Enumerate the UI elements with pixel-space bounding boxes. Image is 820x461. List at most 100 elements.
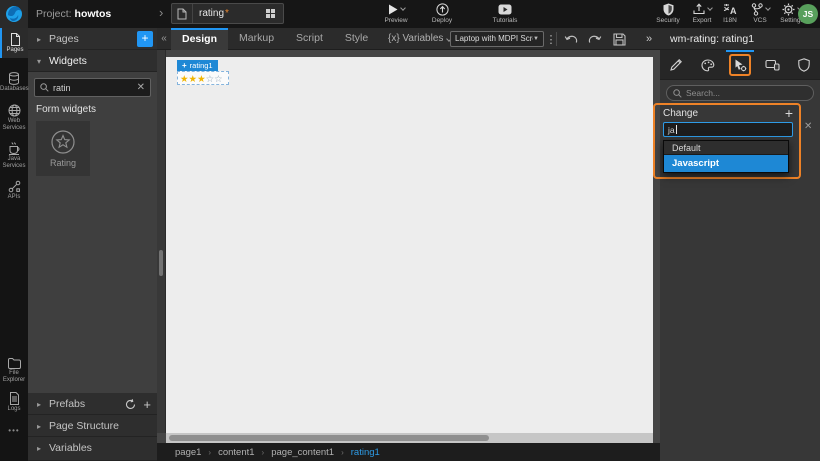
- svg-text:A: A: [730, 6, 737, 15]
- star-empty-icon[interactable]: ☆: [214, 74, 223, 85]
- tab-properties[interactable]: [660, 50, 692, 80]
- device-selector[interactable]: Laptop with MDPI Screen ▼: [450, 31, 544, 47]
- breadcrumb-content1[interactable]: content1: [218, 447, 254, 458]
- change-event-section: Change + ja Default Javascript: [653, 103, 801, 179]
- pages-section-header[interactable]: ▸ Pages +: [28, 28, 157, 50]
- sidebar-item-label: APIs: [7, 194, 21, 200]
- horizontal-scrollbar-thumb[interactable]: [169, 435, 489, 441]
- pages-grid-button[interactable]: [257, 4, 283, 23]
- export-button[interactable]: Export: [686, 2, 718, 24]
- redo-button[interactable]: [585, 28, 605, 50]
- event-action-input[interactable]: ja: [663, 122, 793, 137]
- tab-script[interactable]: Script: [285, 28, 334, 50]
- save-icon: [612, 32, 626, 46]
- wavemaker-studio: Project: howtos › rating * Preview Deplo…: [0, 0, 820, 461]
- tab-styles[interactable]: [692, 50, 724, 80]
- sidebar-item-file-explorer[interactable]: File Explorer: [0, 354, 28, 387]
- widget-search-input[interactable]: [53, 82, 133, 93]
- dropdown-option-default[interactable]: Default: [664, 141, 788, 155]
- project-name: howtos: [74, 8, 112, 20]
- vcs-button[interactable]: VCS: [744, 2, 776, 24]
- page-file-icon: [172, 4, 193, 23]
- tab-events[interactable]: [724, 50, 756, 80]
- widgets-section-header[interactable]: ▾ Widgets: [28, 50, 157, 72]
- tutorials-button[interactable]: Tutorials: [483, 2, 527, 24]
- breadcrumb-separator-icon: ›: [261, 447, 265, 457]
- star-filled-icon[interactable]: ★: [180, 74, 189, 85]
- property-search-input[interactable]: [686, 88, 807, 98]
- preview-label: Preview: [384, 17, 408, 24]
- vertical-ruler: [157, 50, 166, 433]
- tab-design[interactable]: Design: [171, 28, 229, 50]
- tab-security[interactable]: [788, 50, 820, 80]
- rating-widget-on-canvas[interactable]: ★★★☆☆: [177, 71, 229, 85]
- page-structure-section-header[interactable]: ▸ Page Structure: [28, 415, 157, 437]
- tutorials-label: Tutorials: [492, 17, 518, 24]
- preview-button[interactable]: Preview: [374, 2, 418, 24]
- page-canvas[interactable]: + rating1 ★★★☆☆: [166, 57, 653, 433]
- redo-icon: [588, 34, 602, 45]
- sidebar-item-apis[interactable]: APIs: [0, 176, 28, 205]
- toolbar-divider: [556, 32, 557, 46]
- add-page-button[interactable]: +: [137, 31, 153, 47]
- page-selector[interactable]: rating *: [171, 3, 284, 24]
- i18n-button[interactable]: A I18N: [715, 2, 745, 24]
- text-caret: [675, 125, 677, 134]
- events-cursor-icon: [733, 58, 747, 72]
- kebab-menu-icon[interactable]: ⋮: [546, 28, 557, 50]
- rating-widget-tile[interactable]: Rating: [36, 121, 90, 176]
- security-label: Security: [656, 17, 680, 24]
- security-button[interactable]: Security: [650, 2, 686, 24]
- breadcrumb-rating1[interactable]: rating1: [351, 447, 380, 458]
- tab-devices[interactable]: [756, 50, 788, 80]
- inspector-panel: wm-rating: rating1 Change +: [653, 28, 820, 461]
- rating-stars: ★★★☆☆: [180, 69, 223, 87]
- sidebar-item-java-services[interactable]: Java Services: [0, 138, 28, 173]
- tab-style[interactable]: Style: [334, 28, 379, 50]
- activity-bar: Pages Databases Web Services Java Servic…: [0, 28, 29, 461]
- sidebar-item-web-services[interactable]: Web Services: [0, 100, 28, 135]
- sidebar-item-pages[interactable]: Pages: [0, 28, 28, 58]
- variables-dropdown-button[interactable]: {x} Variables: [388, 28, 453, 50]
- collapse-panel-icon[interactable]: «: [158, 31, 170, 47]
- top-bar: Project: howtos › rating * Preview Deplo…: [0, 0, 820, 28]
- play-icon: [388, 4, 398, 15]
- deploy-button[interactable]: Deploy: [420, 2, 464, 24]
- unsaved-marker: *: [225, 8, 229, 19]
- vertical-scrollbar-thumb[interactable]: [159, 250, 163, 276]
- user-avatar[interactable]: JS: [798, 4, 818, 24]
- star-filled-icon[interactable]: ★: [197, 74, 206, 85]
- sidebar-item-logs[interactable]: Logs: [0, 388, 28, 417]
- prefabs-section-header[interactable]: ▸ Prefabs +: [28, 393, 157, 415]
- more-options-button[interactable]: •••: [0, 426, 28, 435]
- undo-button[interactable]: [561, 28, 581, 50]
- variables-section-header[interactable]: ▸ Variables: [28, 437, 157, 461]
- tab-markup[interactable]: Markup: [228, 28, 285, 50]
- star-empty-icon[interactable]: ☆: [206, 74, 215, 85]
- remove-event-icon[interactable]: ✕: [804, 121, 812, 132]
- clear-search-icon[interactable]: ✕: [137, 82, 145, 93]
- horizontal-scrollbar[interactable]: [166, 433, 653, 443]
- dropdown-option-javascript[interactable]: Javascript: [664, 155, 788, 172]
- log-file-icon: [0, 392, 28, 405]
- page-name-field[interactable]: rating *: [193, 4, 257, 23]
- sidebar-item-databases[interactable]: Databases: [0, 68, 29, 97]
- expand-panel-icon[interactable]: »: [641, 28, 657, 50]
- property-search-box: [666, 85, 814, 101]
- star-filled-icon[interactable]: ★: [189, 74, 198, 85]
- widget-group-label: Form widgets: [36, 104, 97, 115]
- refresh-icon[interactable]: [125, 398, 136, 410]
- gear-icon: [782, 3, 795, 16]
- pages-header-label: Pages: [48, 33, 79, 45]
- breadcrumb-page1[interactable]: page1: [175, 447, 201, 458]
- add-event-button[interactable]: +: [785, 105, 793, 121]
- folder-icon: [0, 358, 28, 369]
- save-button[interactable]: [609, 28, 629, 50]
- chevron-down-icon: [706, 5, 713, 11]
- add-prefab-button[interactable]: +: [143, 398, 151, 411]
- app-logo[interactable]: [0, 0, 28, 28]
- chevron-down-icon: [764, 5, 771, 11]
- devices-icon: [764, 59, 780, 71]
- breadcrumb-page-content1[interactable]: page_content1: [271, 447, 334, 458]
- workspace-tabs: Design Markup Script Style: [171, 28, 379, 50]
